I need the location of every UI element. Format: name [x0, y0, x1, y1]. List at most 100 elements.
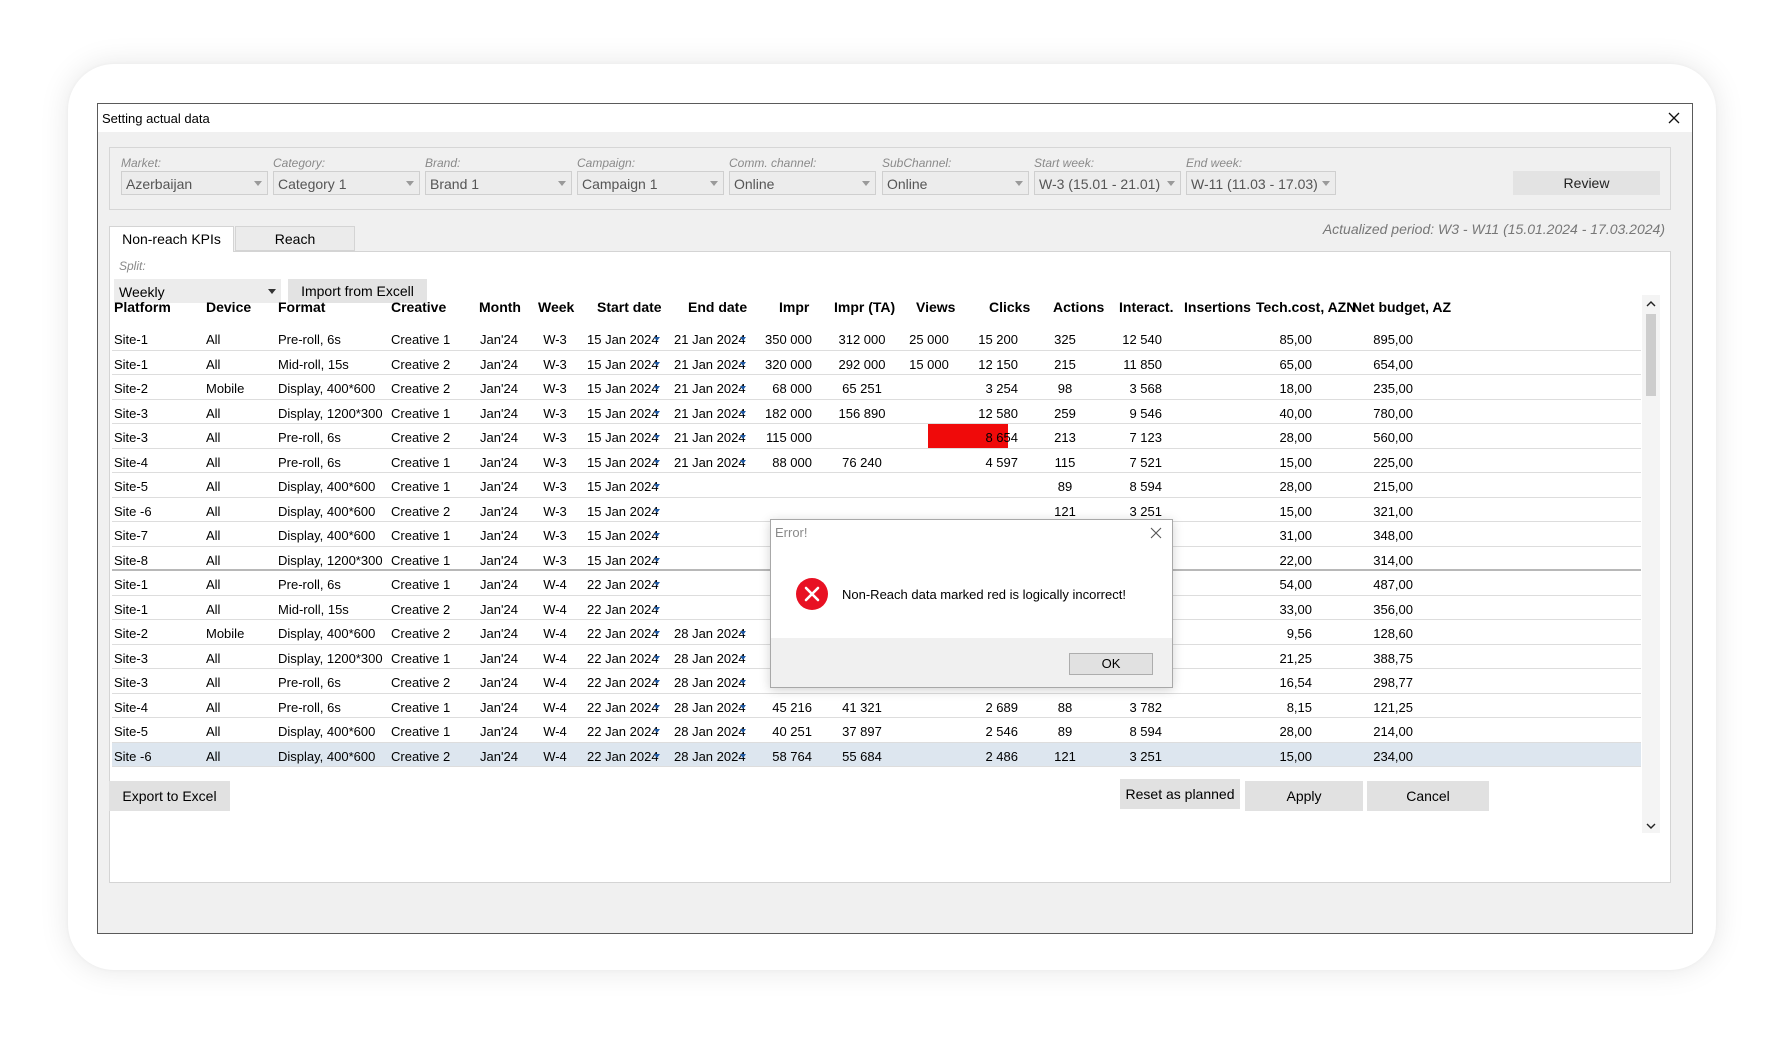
date-dropdown-icon[interactable] [740, 361, 746, 366]
column-header[interactable]: Start date [597, 299, 662, 315]
table-cell[interactable]: 25 000 [904, 332, 954, 347]
date-dropdown-icon[interactable] [740, 729, 746, 733]
table-cell[interactable]: 15 Jan 2024 [587, 430, 662, 445]
table-cell[interactable]: 31,00 [1236, 528, 1312, 543]
table-cell[interactable]: 115 021 [832, 430, 892, 445]
table-cell[interactable]: 780,00 [1343, 406, 1413, 421]
cancel-button[interactable]: Cancel [1367, 781, 1489, 811]
table-cell[interactable]: 55 684 [832, 749, 892, 764]
column-header[interactable]: Impr [779, 299, 809, 315]
close-icon[interactable] [1662, 106, 1686, 130]
table-cell[interactable]: 15 Jan 2024 [587, 553, 662, 568]
table-cell[interactable]: 115 [1040, 455, 1090, 470]
table-cell[interactable]: 8,15 [1236, 700, 1312, 715]
table-cell[interactable]: 15 Jan 2024 [587, 406, 662, 421]
table-row[interactable]: Site-4 All Pre-roll, 6s Creative 1 Jan'24 W-3… [112, 449, 1641, 473]
table-cell[interactable]: 314,00 [1343, 553, 1413, 568]
table-cell[interactable]: 3 251 [1087, 504, 1162, 519]
table-cell[interactable]: 321,00 [1343, 504, 1413, 519]
table-cell[interactable]: 21 Jan 2024 [674, 381, 749, 396]
table-cell[interactable]: 115 000 [752, 430, 812, 445]
table-cell[interactable]: 215 [1040, 357, 1090, 372]
table-cell[interactable]: 21 Jan 2024 [674, 332, 749, 347]
table-cell[interactable]: 350 000 [752, 332, 812, 347]
column-header[interactable]: Week [538, 299, 574, 315]
column-header[interactable]: Device [206, 299, 251, 315]
table-cell[interactable]: 85,00 [1236, 332, 1312, 347]
dialog-close-icon[interactable] [1148, 525, 1164, 541]
column-header[interactable]: Views [916, 299, 955, 315]
date-dropdown-icon[interactable] [654, 361, 660, 366]
table-cell[interactable]: 356,00 [1343, 602, 1413, 617]
filter-select[interactable]: Brand 1 [425, 171, 572, 195]
table-cell[interactable]: 28,00 [1236, 724, 1312, 739]
table-cell[interactable]: 2 486 [962, 749, 1018, 764]
table-cell[interactable]: 15 000 [904, 357, 954, 372]
ok-button[interactable]: OK [1069, 653, 1153, 675]
filter-select[interactable]: Azerbaijan [121, 171, 268, 195]
tab-reach[interactable]: Reach [235, 226, 355, 251]
column-header[interactable]: Month [479, 299, 521, 315]
table-cell[interactable]: 2 689 [962, 700, 1018, 715]
table-cell[interactable]: 182 000 [752, 406, 812, 421]
table-cell[interactable]: 128,60 [1343, 626, 1413, 641]
table-cell[interactable]: 156 890 [832, 406, 892, 421]
table-cell[interactable]: 312 000 [832, 332, 892, 347]
table-cell[interactable]: 37 897 [832, 724, 892, 739]
table-cell[interactable]: 89 [1040, 479, 1090, 494]
table-cell[interactable]: 21 Jan 2024 [674, 357, 749, 372]
filter-select[interactable]: Campaign 1 [577, 171, 724, 195]
tab-non-reach-kpis[interactable]: Non-reach KPIs [109, 226, 234, 252]
table-cell[interactable]: 40 251 [752, 724, 812, 739]
table-cell[interactable]: 325 [1040, 332, 1090, 347]
table-cell[interactable]: 22 Jan 2024 [587, 675, 662, 690]
table-cell[interactable]: 9 546 [1087, 406, 1162, 421]
table-row[interactable]: Site-1 All Mid-roll, 15s Creative 2 Jan'24 W-… [112, 351, 1641, 375]
table-cell[interactable]: 12 540 [1087, 332, 1162, 347]
table-cell[interactable]: 654,00 [1343, 357, 1413, 372]
table-cell[interactable]: 15 Jan 2024 [587, 455, 662, 470]
date-dropdown-icon[interactable] [654, 582, 660, 586]
filter-select[interactable]: W-3 (15.01 - 21.01) [1034, 171, 1181, 195]
filter-select[interactable]: W-11 (11.03 - 17.03) [1186, 171, 1336, 195]
scrollbar-thumb[interactable] [1646, 314, 1656, 396]
table-cell[interactable]: 12 580 [962, 406, 1018, 421]
date-dropdown-icon[interactable] [740, 435, 746, 439]
table-cell[interactable]: 28,00 [1236, 479, 1312, 494]
table-cell[interactable]: 15 Jan 2024 [587, 381, 662, 396]
table-cell[interactable]: 8 654 [962, 430, 1018, 445]
column-header[interactable]: Creative [391, 299, 446, 315]
table-cell[interactable]: 16,54 [1236, 675, 1312, 690]
table-cell[interactable]: 22 Jan 2024 [587, 749, 662, 764]
table-cell[interactable]: 88 [1040, 700, 1090, 715]
table-cell[interactable]: 22 Jan 2024 [587, 626, 662, 641]
table-cell[interactable]: 3 254 [962, 381, 1018, 396]
table-cell[interactable]: 8 594 [1087, 479, 1162, 494]
table-row[interactable]: Site-2 Mobile Display, 400*600 Creative 2 Ja… [112, 375, 1641, 400]
table-cell[interactable]: 560,00 [1343, 430, 1413, 445]
date-dropdown-icon[interactable] [740, 680, 746, 684]
column-header[interactable]: Platform [114, 299, 171, 315]
table-row[interactable]: Site -6 All Display, 400*600 Creative 2 Jan'… [112, 742, 1641, 767]
scroll-up-icon[interactable] [1645, 297, 1657, 309]
date-dropdown-icon[interactable] [740, 704, 746, 709]
table-cell[interactable]: 320 000 [752, 357, 812, 372]
table-row[interactable]: Site-1 All Pre-roll, 6s Creative 1 Jan'24 W-3… [112, 326, 1641, 351]
date-dropdown-icon[interactable] [740, 753, 746, 758]
table-cell[interactable]: 22,00 [1236, 553, 1312, 568]
table-cell[interactable]: 3 568 [1087, 381, 1162, 396]
table-cell[interactable]: 2 546 [962, 724, 1018, 739]
date-dropdown-icon[interactable] [654, 655, 660, 660]
apply-button[interactable]: Apply [1245, 781, 1363, 811]
table-cell[interactable]: 7 123 [1087, 430, 1162, 445]
date-dropdown-icon[interactable] [654, 729, 660, 733]
column-header[interactable]: Net budget, AZ [1352, 299, 1451, 315]
table-cell[interactable]: 3 251 [1087, 749, 1162, 764]
column-header[interactable]: Clicks [989, 299, 1030, 315]
table-cell[interactable]: 21 Jan 2024 [674, 455, 749, 470]
table-cell[interactable]: 215,00 [1343, 479, 1413, 494]
table-row[interactable]: Site-3 All Pre-roll, 6s Creative 2 Jan'24 W-3… [112, 424, 1641, 449]
table-cell[interactable]: 11 850 [1087, 357, 1162, 372]
vertical-scrollbar[interactable] [1642, 295, 1660, 833]
date-dropdown-icon[interactable] [654, 459, 660, 464]
